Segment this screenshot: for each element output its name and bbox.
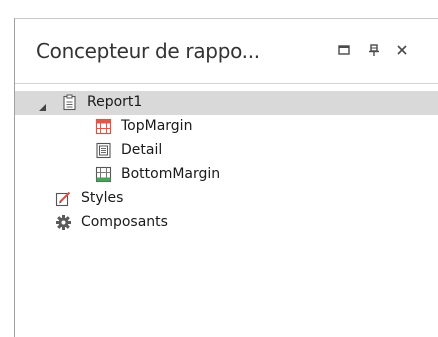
close-icon[interactable]: [393, 41, 411, 59]
tree-item-detail[interactable]: Detail: [15, 139, 438, 163]
pin-icon[interactable]: [365, 41, 383, 59]
tree-item-label: Detail: [121, 142, 163, 158]
detail-band-icon: [95, 142, 112, 159]
tree-item-report1[interactable]: Report1: [15, 91, 438, 115]
styles-icon: [55, 190, 72, 207]
restore-icon[interactable]: [335, 41, 353, 59]
tree-item-label: BottomMargin: [121, 166, 221, 182]
tree-item-topmargin[interactable]: TopMargin: [15, 115, 438, 139]
components-gear-icon: [55, 214, 72, 231]
tree-item-label: Composants: [81, 214, 168, 230]
tree-item-composants[interactable]: Composants: [15, 211, 438, 235]
panel-header: Concepteur de rappo...: [15, 19, 438, 84]
panel-title: Concepteur de rappo...: [36, 39, 260, 63]
top-margin-band-icon: [95, 118, 112, 135]
tree-item-label: TopMargin: [121, 118, 193, 134]
report-designer-panel: Concepteur de rappo... Report1 TopMargin…: [14, 18, 438, 337]
bottom-margin-band-icon: [95, 166, 112, 183]
tree-item-label: Styles: [81, 190, 124, 206]
report-icon: [61, 94, 78, 111]
tree-item-styles[interactable]: Styles: [15, 187, 438, 211]
expand-arrow-icon[interactable]: [38, 100, 47, 111]
tree-item-label: Report1: [87, 94, 143, 110]
tree-item-bottommargin[interactable]: BottomMargin: [15, 163, 438, 187]
